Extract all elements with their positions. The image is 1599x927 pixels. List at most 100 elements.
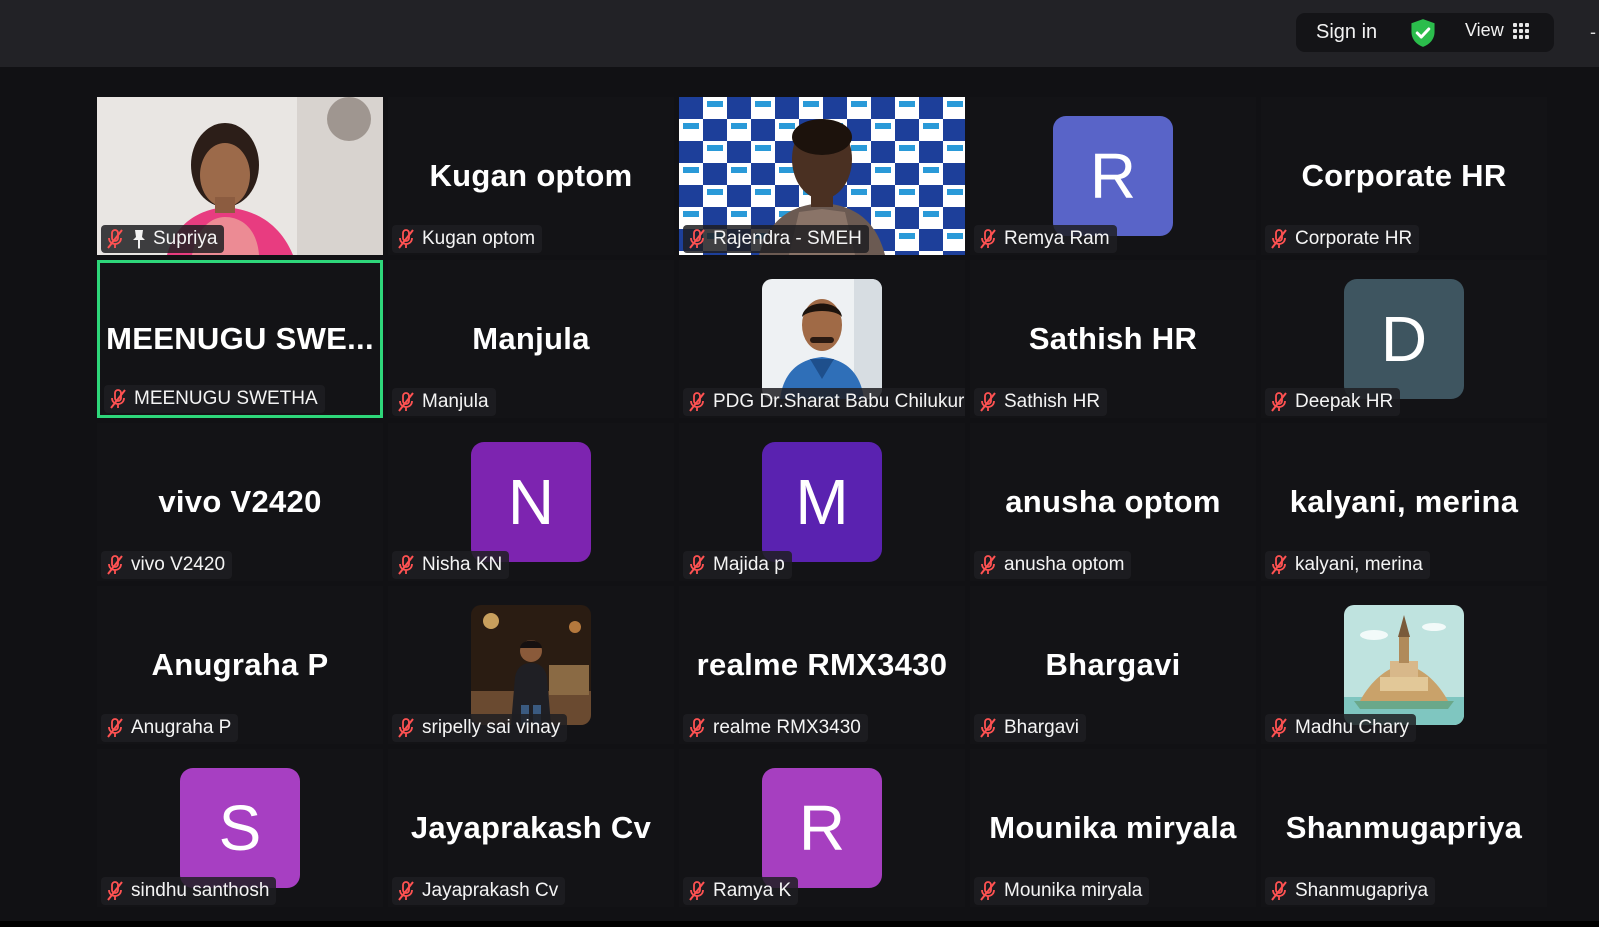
participant-tile-nisha-kn[interactable]: N Nisha KN (388, 423, 674, 581)
muted-mic-icon (980, 229, 996, 249)
participant-name: Mounika miryala (1004, 880, 1143, 901)
muted-mic-icon (689, 555, 705, 575)
participant-name: Majida p (713, 554, 785, 575)
participant-tile-kalyani-merina[interactable]: kalyani, merina kalyani, merina (1261, 423, 1547, 581)
grid-icon (1512, 22, 1529, 39)
muted-mic-icon (1271, 392, 1287, 412)
participant-display-name: Corporate HR (1301, 158, 1507, 193)
muted-mic-icon (1271, 229, 1287, 249)
sign-in-button[interactable]: Sign in (1316, 21, 1377, 44)
muted-mic-icon (107, 229, 123, 249)
participant-photo (471, 605, 591, 725)
participant-name: Corporate HR (1295, 228, 1413, 249)
participant-name: Ramya K (713, 880, 792, 901)
view-button[interactable]: View (1465, 20, 1529, 41)
participant-name: Bhargavi (1004, 717, 1079, 738)
view-label: View (1465, 20, 1504, 40)
muted-mic-icon (689, 229, 705, 249)
participant-name-label: Shanmugapriya (1265, 877, 1436, 905)
participant-name: Deepak HR (1295, 391, 1394, 412)
participant-tile-madhu-chary[interactable]: Madhu Chary (1261, 586, 1547, 744)
participant-name: vivo V2420 (131, 554, 226, 575)
participant-display-name: vivo V2420 (158, 484, 322, 519)
muted-mic-icon (1271, 881, 1287, 901)
participant-name-label: Rajendra - SMEH (683, 225, 869, 253)
participant-display-name: realme RMX3430 (696, 647, 948, 682)
participant-name-label: Anugraha P (101, 714, 239, 742)
profile-photo (471, 605, 591, 725)
participant-tile-bhargavi[interactable]: Bhargavi Bhargavi (970, 586, 1256, 744)
participant-avatar: R (1053, 116, 1173, 236)
participant-tile-pdg-sharat[interactable]: PDG Dr.Sharat Babu Chilukuri (679, 260, 965, 418)
muted-mic-icon (689, 881, 705, 901)
participant-tile-kugan-optom[interactable]: Kugan optom Kugan optom (388, 97, 674, 255)
profile-photo (762, 279, 882, 399)
participant-tile-vivo-v2420[interactable]: vivo V2420 vivo V2420 (97, 423, 383, 581)
participant-display-name: kalyani, merina (1289, 484, 1519, 519)
participant-name-label: vivo V2420 (101, 551, 233, 579)
participant-name: kalyani, merina (1295, 554, 1423, 575)
participant-name-label: realme RMX3430 (683, 714, 868, 742)
participant-name: anusha optom (1004, 554, 1125, 575)
muted-mic-icon (398, 229, 414, 249)
muted-mic-icon (689, 392, 705, 412)
muted-mic-icon (398, 555, 414, 575)
muted-mic-icon (110, 389, 126, 409)
participant-tile-manjula[interactable]: Manjula Manjula (388, 260, 674, 418)
muted-mic-icon (980, 392, 996, 412)
muted-mic-icon (1271, 718, 1287, 738)
bottom-edge (0, 921, 1599, 927)
participant-name: Rajendra - SMEH (713, 228, 862, 249)
participant-name: Remya Ram (1004, 228, 1110, 249)
participant-name: sindhu santhosh (131, 880, 270, 901)
participant-tile-sripelly-sai-vinay[interactable]: sripelly sai vinay (388, 586, 674, 744)
participant-name: Kugan optom (422, 228, 536, 249)
participant-avatar: N (471, 442, 591, 562)
participant-tile-supriya[interactable]: Supriya (97, 97, 383, 255)
participant-tile-corporate-hr[interactable]: Corporate HR Corporate HR (1261, 97, 1547, 255)
participant-name: PDG Dr.Sharat Babu Chilukuri (713, 391, 965, 412)
participant-name-label: PDG Dr.Sharat Babu Chilukuri (683, 388, 965, 416)
participant-tile-sindhu-santhosh[interactable]: S sindhu santhosh (97, 749, 383, 907)
muted-mic-icon (1271, 555, 1287, 575)
participant-tile-sathish-hr[interactable]: Sathish HR Sathish HR (970, 260, 1256, 418)
participant-tile-jayaprakash-cv[interactable]: Jayaprakash Cv Jayaprakash Cv (388, 749, 674, 907)
participant-avatar: M (762, 442, 882, 562)
shield-check-icon[interactable] (1409, 18, 1437, 48)
participant-name: Sathish HR (1004, 391, 1101, 412)
participant-tile-remya-ram[interactable]: R Remya Ram (970, 97, 1256, 255)
participant-avatar: D (1344, 279, 1464, 399)
participant-name-label: Ramya K (683, 877, 799, 905)
participant-display-name: Jayaprakash Cv (410, 810, 652, 845)
muted-mic-icon (107, 718, 123, 738)
participant-tile-ramya-k[interactable]: R Ramya K (679, 749, 965, 907)
participant-display-name: anusha optom (1005, 484, 1221, 519)
participant-name: Shanmugapriya (1295, 880, 1429, 901)
participant-tile-deepak-hr[interactable]: D Deepak HR (1261, 260, 1547, 418)
participant-tile-anusha-optom[interactable]: anusha optom anusha optom (970, 423, 1256, 581)
muted-mic-icon (398, 718, 414, 738)
muted-mic-icon (107, 881, 123, 901)
participant-display-name: Bhargavi (1045, 647, 1181, 682)
participant-name: Manjula (422, 391, 489, 412)
participant-name: Supriya (153, 228, 218, 249)
participant-tile-majida-p[interactable]: M Majida p (679, 423, 965, 581)
muted-mic-icon (980, 555, 996, 575)
participant-name-label: Madhu Chary (1265, 714, 1417, 742)
participant-tile-meenugu-swetha[interactable]: MEENUGU SWE... MEENUGU SWETHA (97, 260, 383, 418)
participant-tile-realme-rmx3430[interactable]: realme RMX3430 realme RMX3430 (679, 586, 965, 744)
participant-name: realme RMX3430 (713, 717, 861, 738)
participant-avatar: R (762, 768, 882, 888)
participant-tile-rajendra-smeh[interactable]: Rajendra - SMEH (679, 97, 965, 255)
participant-tile-mounika-miryala[interactable]: Mounika miryala Mounika miryala (970, 749, 1256, 907)
participant-tile-anugraha-p[interactable]: Anugraha P Anugraha P (97, 586, 383, 744)
participant-name-label: Deepak HR (1265, 388, 1401, 416)
profile-photo (1344, 605, 1464, 725)
participant-name-label: sripelly sai vinay (392, 714, 568, 742)
participant-tile-shanmugapriya[interactable]: Shanmugapriya Shanmugapriya (1261, 749, 1547, 907)
participant-name-label: Sathish HR (974, 388, 1108, 416)
participant-display-name: Sathish HR (1028, 321, 1198, 356)
participant-name-label: Supriya (101, 225, 225, 253)
participant-name: MEENUGU SWETHA (134, 388, 318, 409)
pin-icon (133, 230, 145, 249)
